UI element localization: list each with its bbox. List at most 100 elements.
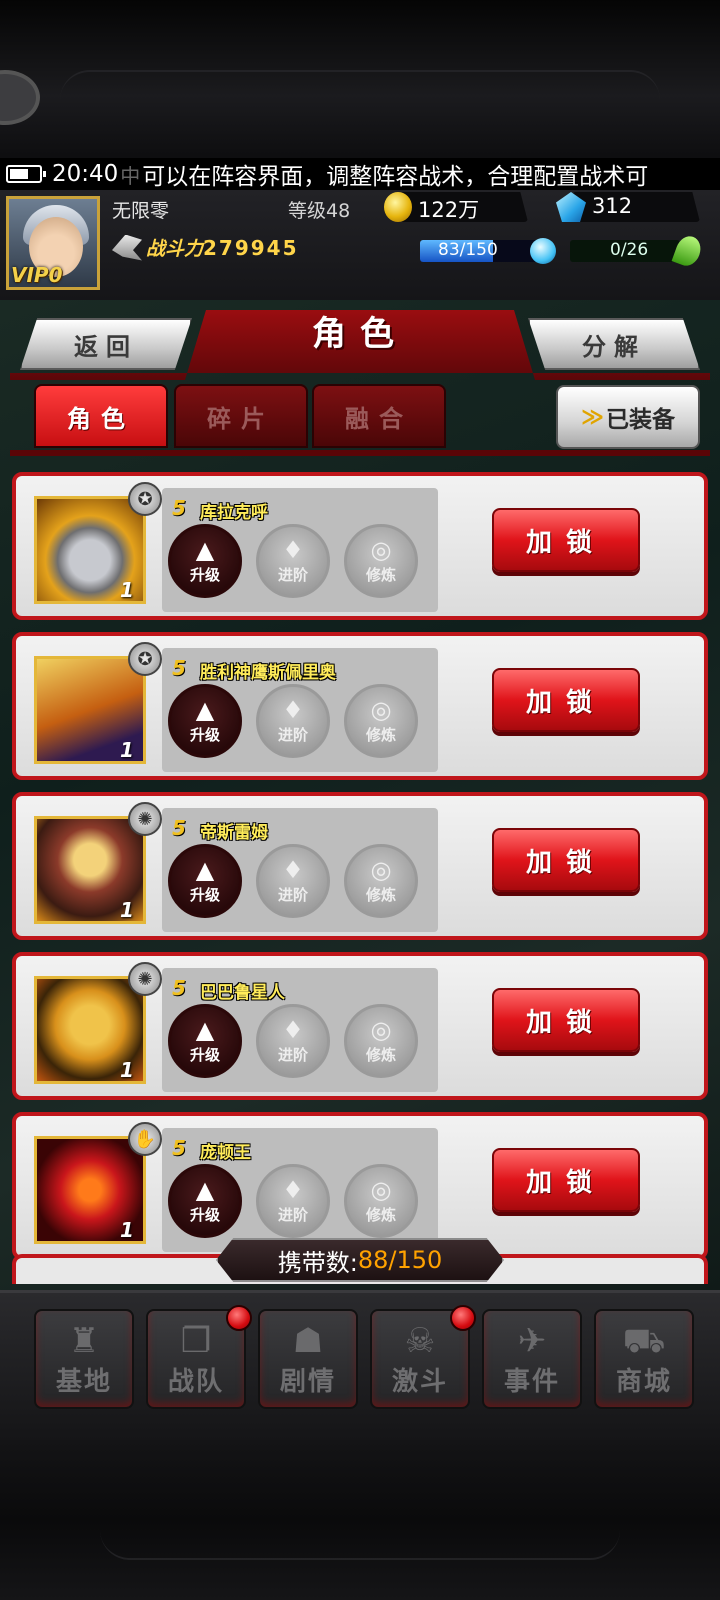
- paw-badge-icon: ✋: [128, 1122, 162, 1156]
- stamina-orb-icon[interactable]: [530, 238, 556, 264]
- battery-icon: [6, 165, 46, 183]
- status-bar: 20:40 中 可以在阵容界面，调整阵容战术，合理配置战术可: [0, 158, 720, 190]
- nav-event[interactable]: ✈ 事件: [482, 1309, 582, 1409]
- ticker-separator: 中: [120, 163, 141, 188]
- nav-base[interactable]: ♜ 基地: [34, 1309, 134, 1409]
- page-title: 角色: [312, 314, 408, 354]
- advance-button[interactable]: ♦ 进阶: [256, 844, 330, 918]
- train-button[interactable]: ◎ 修炼: [344, 684, 418, 758]
- chevron-down-icon: ≫: [580, 404, 605, 430]
- back-button[interactable]: 返回: [20, 318, 192, 370]
- train-button[interactable]: ◎ 修炼: [344, 1004, 418, 1078]
- character-name: 庞顿王: [200, 1143, 251, 1163]
- spiral-badge-icon: ✪: [128, 642, 162, 676]
- lock-button[interactable]: 加锁: [492, 668, 640, 732]
- player-name: 无限零: [112, 200, 170, 222]
- list-item: ✺ 1 5 巴巴鲁星人 ▲ 升级 ♦ 进阶 ◎ 修炼 加锁: [12, 952, 708, 1100]
- bottom-nav: ♜ 基地 ❐ 战队 ☗ 剧情 ☠ 激斗 ✈ 事件 ⛟ 商城: [0, 1290, 720, 1440]
- list-item: ✪ 1 5 库拉克呼 ▲ 升级 ♦ 进阶 ◎ 修炼 加锁: [12, 472, 708, 620]
- gold-coin-icon: [384, 192, 412, 222]
- gem-amount: 312: [592, 194, 633, 218]
- upgrade-label: 升级: [189, 1045, 220, 1064]
- spiral-badge-icon: ✪: [128, 482, 162, 516]
- train-label: 修炼: [365, 885, 396, 904]
- nav-battle[interactable]: ☠ 激斗: [370, 1305, 476, 1409]
- decompose-button[interactable]: 分解: [528, 318, 700, 370]
- character-count: 1: [120, 738, 134, 762]
- list-item: ✺ 1 5 帝斯雷姆 ▲ 升级 ♦ 进阶 ◎ 修炼 加锁: [12, 792, 708, 940]
- player-info-bar: VIP0 无限零 等级48 122万 312 战斗力 279945 83/150…: [0, 190, 720, 300]
- upgrade-button[interactable]: ▲ 升级: [168, 1164, 242, 1238]
- advance-button[interactable]: ♦ 进阶: [256, 1164, 330, 1238]
- lock-button[interactable]: 加锁: [492, 988, 640, 1052]
- nav-story[interactable]: ☗ 剧情: [258, 1309, 358, 1409]
- nav-label: 事件: [503, 1366, 560, 1397]
- frame-bevel: [60, 70, 660, 150]
- train-label: 修炼: [365, 1205, 396, 1224]
- upgrade-label: 升级: [189, 885, 220, 904]
- advance-button[interactable]: ♦ 进阶: [256, 1004, 330, 1078]
- lock-button[interactable]: 加锁: [492, 508, 640, 572]
- bottom-device-frame: [0, 1440, 720, 1600]
- notification-dot: [450, 1305, 476, 1331]
- train-label: 修炼: [365, 725, 396, 744]
- character-count: 1: [120, 1218, 134, 1242]
- nav-team[interactable]: ❐ 战队: [146, 1305, 252, 1409]
- advance-button[interactable]: ♦ 进阶: [256, 524, 330, 598]
- rank-badge: 5: [172, 816, 186, 840]
- notification-dot: [226, 1305, 252, 1331]
- character-name: 帝斯雷姆: [200, 823, 268, 843]
- frame-bevel: [100, 1460, 620, 1560]
- character-name: 巴巴鲁星人: [200, 983, 285, 1003]
- upgrade-button[interactable]: ▲ 升级: [168, 684, 242, 758]
- tab-characters[interactable]: 角色: [34, 384, 168, 448]
- flame-icon: ♦: [282, 1175, 304, 1204]
- character-list: ✪ 1 5 库拉克呼 ▲ 升级 ♦ 进阶 ◎ 修炼 加锁 ✪ 1 5 胜利神鹰斯…: [12, 472, 708, 1272]
- upgrade-button[interactable]: ▲ 升级: [168, 1004, 242, 1078]
- carry-count-banner: 携带数: 88/150: [216, 1238, 504, 1282]
- rank-badge: 5: [172, 496, 186, 520]
- tab-fusion[interactable]: 融合: [312, 384, 446, 448]
- top-device-frame: [0, 0, 720, 160]
- target-icon: ◎: [370, 1015, 392, 1044]
- arrow-up-icon: ▲: [195, 1175, 215, 1204]
- announcement-ticker: 可以在阵容界面，调整阵容战术，合理配置战术可: [142, 164, 649, 190]
- flame-icon: ♦: [282, 1015, 304, 1044]
- upgrade-button[interactable]: ▲ 升级: [168, 844, 242, 918]
- arrow-up-icon: ▲: [195, 695, 215, 724]
- leaf-icon[interactable]: [671, 232, 705, 270]
- lock-button[interactable]: 加锁: [492, 828, 640, 892]
- frame-decoration: [0, 70, 40, 125]
- nav-label: 基地: [55, 1366, 112, 1397]
- train-button[interactable]: ◎ 修炼: [344, 844, 418, 918]
- upgrade-button[interactable]: ▲ 升级: [168, 524, 242, 598]
- header-divider: [10, 450, 710, 456]
- lock-button[interactable]: 加锁: [492, 1148, 640, 1212]
- nav-label: 战队: [167, 1366, 224, 1397]
- tab-fragments[interactable]: 碎片: [174, 384, 308, 448]
- carry-value: 88/150: [357, 1246, 443, 1274]
- train-button[interactable]: ◎ 修炼: [344, 524, 418, 598]
- equipped-filter-button[interactable]: ≫ 已装备: [556, 385, 700, 449]
- arrow-up-icon: ▲: [195, 535, 215, 564]
- nav-label: 剧情: [279, 1366, 336, 1397]
- exp-text: 0/26: [610, 240, 649, 260]
- stamina-text: 83/150: [438, 240, 498, 260]
- avatar[interactable]: VIP0: [6, 196, 100, 290]
- target-icon: ◎: [370, 1175, 392, 1204]
- advance-label: 进阶: [277, 1045, 308, 1064]
- character-name: 库拉克呼: [200, 503, 268, 523]
- character-count: 1: [120, 1058, 134, 1082]
- train-button[interactable]: ◎ 修炼: [344, 1164, 418, 1238]
- nav-label: 激斗: [391, 1366, 448, 1397]
- nav-shop[interactable]: ⛟ 商城: [594, 1309, 694, 1409]
- arrow-up-icon: ▲: [195, 1015, 215, 1044]
- target-icon: ◎: [370, 535, 392, 564]
- team-icon: ❐: [180, 1320, 212, 1361]
- rank-badge: 5: [172, 1136, 186, 1160]
- gold-amount: 122万: [418, 198, 480, 222]
- advance-button[interactable]: ♦ 进阶: [256, 684, 330, 758]
- claw-badge-icon: ✺: [128, 962, 162, 996]
- combat-power: 战斗力 279945: [112, 234, 299, 261]
- event-icon: ✈: [517, 1320, 547, 1361]
